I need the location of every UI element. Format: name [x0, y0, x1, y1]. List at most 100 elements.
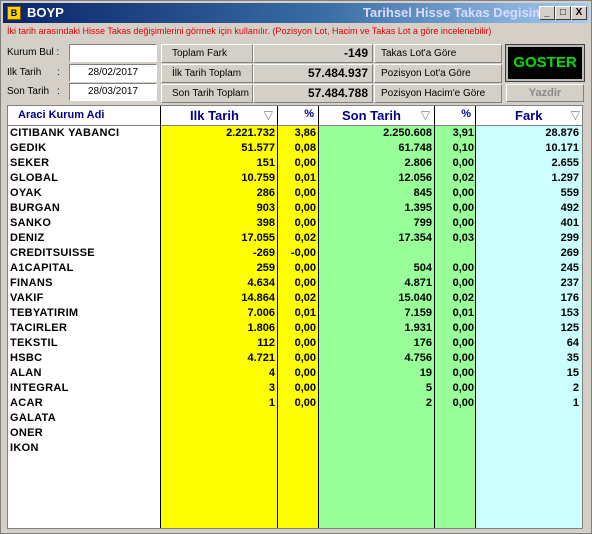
cell-son: 17.354	[398, 232, 432, 244]
cell-name: GEDIK	[10, 142, 47, 154]
table-row[interactable]: SANKO 398 0,00 799 0,00 401	[8, 216, 582, 231]
table-row[interactable]: TEBYATIRIM 7.006 0,01 7.159 0,01 153	[8, 306, 582, 321]
cell-fark: 245	[560, 262, 579, 274]
takas-table[interactable]: Araci Kurum Adi Ilk Tarih ▽ % Son Tarih …	[7, 105, 583, 529]
cell-name: ACAR	[10, 397, 43, 409]
cell-son: 2.806	[404, 157, 432, 169]
header-fark[interactable]: Fark ▽	[475, 106, 582, 126]
table-row[interactable]: INTEGRAL 3 0,00 5 0,00 2	[8, 381, 582, 396]
table-row[interactable]: GEDIK 51.577 0,08 61.748 0,10 10.171	[8, 141, 582, 156]
close-button[interactable]: X	[571, 6, 587, 20]
cell-ilk-pct: 0,00	[294, 277, 316, 289]
table-row[interactable]: SEKER 151 0,00 2.806 0,00 2.655	[8, 156, 582, 171]
cell-fark: 492	[560, 202, 579, 214]
yazdir-button[interactable]: Yazdir	[506, 84, 584, 102]
table-row[interactable]: VAKIF 14.864 0,02 15.040 0,02 176	[8, 291, 582, 306]
table-row[interactable]: ACAR 1 0,00 2 0,00 1	[8, 396, 582, 411]
header-kurum[interactable]: Araci Kurum Adi	[8, 106, 160, 126]
cell-ilk-pct: 0,00	[294, 187, 316, 199]
table-row[interactable]: OYAK 286 0,00 845 0,00 559	[8, 186, 582, 201]
cell-name: FINANS	[10, 277, 53, 289]
cell-ilk: 4	[268, 367, 275, 379]
table-row[interactable]: HSBC 4.721 0,00 4.756 0,00 35	[8, 351, 582, 366]
maximize-button[interactable]: □	[555, 6, 571, 20]
header-ilk-pct-label: %	[304, 108, 314, 120]
cell-name: BURGAN	[10, 202, 61, 214]
son-tarih-colon: :	[57, 86, 60, 97]
cell-son-pct: 0,00	[452, 397, 474, 409]
cell-fark: 559	[560, 187, 579, 199]
header-ilk-tarih[interactable]: Ilk Tarih ▽	[160, 106, 277, 126]
cell-name: CREDITSUISSE	[10, 247, 95, 259]
cell-son: 504	[413, 262, 432, 274]
cell-fark: 2	[572, 382, 579, 394]
option-pozisyon-hacim[interactable]: Pozisyon Hacim'e Göre	[374, 84, 502, 103]
cell-fark: 2.655	[551, 157, 579, 169]
ilk-tarih-toplam-label: İlk Tarih Toplam	[161, 64, 253, 83]
cell-fark: 153	[560, 307, 579, 319]
cell-name: A1CAPITAL	[10, 262, 74, 274]
table-row[interactable]: GALATA	[8, 411, 582, 426]
cell-ilk: 1	[268, 397, 275, 409]
table-row[interactable]: CITIBANK YABANCI 2.221.732 3,86 2.250.608 3,…	[8, 126, 582, 141]
son-tarih-input[interactable]: 28/03/2017	[69, 83, 157, 101]
son-tarih-toplam-label: Son Tarih Toplam	[161, 84, 253, 103]
table-row[interactable]: CREDITSUISSE -269 -0,00 269	[8, 246, 582, 261]
table-row[interactable]: ONER	[8, 426, 582, 441]
cell-ilk: 259	[256, 262, 275, 274]
title-bar[interactable]: B BOYP Tarihsel Hisse Takas Degisimi _ □…	[3, 3, 589, 23]
cell-ilk: 3	[268, 382, 275, 394]
cell-fark: 1	[572, 397, 579, 409]
cell-ilk-pct: -0,00	[290, 247, 316, 259]
goster-button[interactable]: GOSTER	[505, 44, 585, 82]
option-pozisyon-lot[interactable]: Pozisyon Lot'a Göre	[374, 64, 502, 83]
header-ilk-pct[interactable]: %	[277, 106, 318, 126]
cell-name: GALATA	[10, 412, 56, 424]
cell-name: HSBC	[10, 352, 43, 364]
app-icon[interactable]: B	[7, 6, 21, 20]
table-row[interactable]: A1CAPITAL 259 0,00 504 0,00 245	[8, 261, 582, 276]
table-row[interactable]: GLOBAL 10.759 0,01 12.056 0,02 1.297	[8, 171, 582, 186]
cell-name: INTEGRAL	[10, 382, 69, 394]
table-row[interactable]: TACIRLER 1.806 0,00 1.931 0,00 125	[8, 321, 582, 336]
table-row[interactable]: ALAN 4 0,00 19 0,00 15	[8, 366, 582, 381]
table-row[interactable]: FINANS 4.634 0,00 4.871 0,00 237	[8, 276, 582, 291]
table-row[interactable]: DENIZ 17.055 0,02 17.354 0,03 299	[8, 231, 582, 246]
cell-son-pct: 0,00	[452, 322, 474, 334]
cell-son-pct: 0,00	[452, 157, 474, 169]
cell-son: 176	[413, 337, 432, 349]
cell-fark: 299	[560, 232, 579, 244]
cell-ilk: 286	[256, 187, 275, 199]
table-row[interactable]: IKON	[8, 441, 582, 456]
cell-son: 2	[425, 397, 432, 409]
kurum-bul-input[interactable]	[69, 44, 157, 62]
cell-ilk-pct: 0,00	[294, 397, 316, 409]
cell-ilk-pct: 0,00	[294, 217, 316, 229]
header-ilk-tarih-label: Ilk Tarih	[190, 108, 239, 123]
cell-ilk: 151	[256, 157, 275, 169]
cell-ilk-pct: 0,02	[294, 292, 316, 304]
cell-ilk-pct: 0,00	[294, 382, 316, 394]
cell-ilk-pct: 0,00	[294, 352, 316, 364]
option-takas-lot[interactable]: Takas Lot'a Göre	[374, 44, 502, 63]
kurum-bul-label: Kurum Bul :	[7, 47, 60, 58]
cell-name: TEBYATIRIM	[10, 307, 79, 319]
cell-ilk: 51.577	[241, 142, 275, 154]
cell-name: DENIZ	[10, 232, 45, 244]
header-son-tarih[interactable]: Son Tarih ▽	[318, 106, 434, 126]
cell-son: 12.056	[398, 172, 432, 184]
cell-ilk-pct: 0,00	[294, 157, 316, 169]
cell-ilk: 17.055	[241, 232, 275, 244]
table-row[interactable]: TEKSTIL 112 0,00 176 0,00 64	[8, 336, 582, 351]
table-row[interactable]: BURGAN 903 0,00 1.395 0,00 492	[8, 201, 582, 216]
cell-ilk: 4.634	[247, 277, 275, 289]
minimize-button[interactable]: _	[539, 6, 555, 20]
cell-fark: 176	[560, 292, 579, 304]
cell-ilk: 903	[256, 202, 275, 214]
cell-name: IKON	[10, 442, 39, 454]
ilk-tarih-input[interactable]: 28/02/2017	[69, 64, 157, 82]
cell-ilk-pct: 0,02	[294, 232, 316, 244]
cell-ilk-pct: 0,00	[294, 367, 316, 379]
cell-son-pct: 0,03	[452, 232, 474, 244]
header-son-pct[interactable]: %	[434, 106, 475, 126]
